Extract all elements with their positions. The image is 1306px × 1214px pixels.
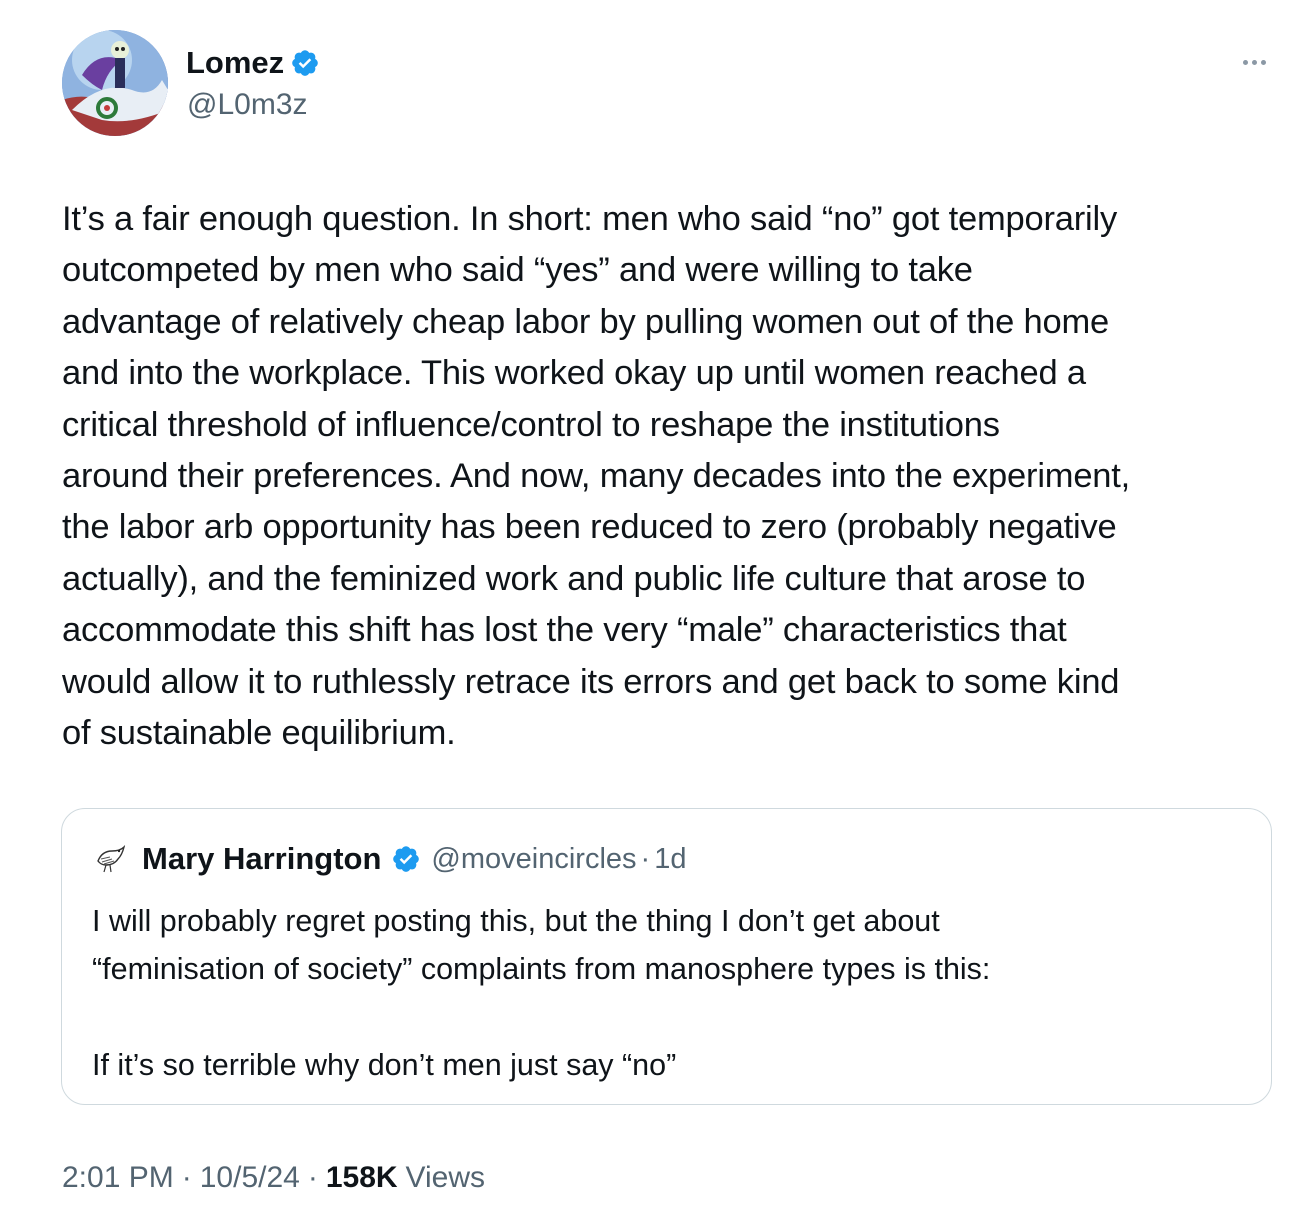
tweet-time[interactable]: 2:01 PM	[62, 1158, 174, 1198]
tweet-text: It’s a fair enough question. In short: m…	[62, 194, 1277, 759]
tweet-text-line: would allow it to ruthlessly retrace its…	[62, 662, 1120, 701]
tweet-text-line: critical threshold of influence/control …	[62, 405, 1000, 444]
views-count[interactable]: 158K	[326, 1158, 398, 1198]
tweet-text-line: It’s a fair enough question. In short: m…	[62, 200, 1118, 238]
views-label: Views	[405, 1161, 486, 1194]
tweet-text-line: and into the workplace. This worked okay…	[62, 354, 1086, 393]
tweet-text-line: the labor arb opportunity has been reduc…	[62, 508, 1117, 547]
quoted-author-avatar[interactable]	[92, 839, 130, 877]
verified-badge-icon	[393, 846, 420, 872]
quoted-tweet-header: Mary Harrington @moveincircles · 1d	[142, 839, 686, 879]
more-horizontal-icon-dot	[1260, 59, 1266, 65]
tweet-text-line: actually), and the feminized work and pu…	[62, 559, 1086, 598]
tweet-text-line: accommodate this shift has lost the very…	[62, 611, 1067, 650]
author-handle[interactable]: @L0m3z	[187, 86, 308, 124]
author-avatar[interactable]	[62, 30, 168, 136]
verified-badge-icon	[292, 50, 318, 76]
tweet: Lomez @L0m3z It’s a fair enough question…	[0, 0, 1306, 1214]
more-horizontal-icon-dot	[1251, 59, 1257, 65]
author-name-text[interactable]: Lomez	[186, 44, 284, 82]
quoted-separator: ·	[640, 843, 651, 875]
quoted-text-line: “feminisation of society” complaints fro…	[92, 952, 991, 986]
more-options-button[interactable]	[1236, 48, 1272, 76]
quoted-tweet-card[interactable]: Mary Harrington @moveincircles · 1d I wi…	[61, 808, 1272, 1105]
tweet-text-line: around their preferences. And now, many …	[62, 457, 1131, 496]
tweet-date[interactable]: 10/5/24	[200, 1158, 300, 1198]
quoted-text-line	[92, 993, 1242, 1041]
meta-separator: ·	[307, 1161, 318, 1194]
meta-separator: ·	[181, 1161, 192, 1194]
tweet-text-line: of sustainable equilibrium.	[62, 714, 456, 753]
quoted-author-handle[interactable]: @moveincircles	[431, 839, 636, 879]
tweet-text-line: outcompeted by men who said “yes” and we…	[62, 251, 973, 290]
author-name[interactable]: Lomez	[186, 44, 320, 82]
tweet-text-line: advantage of relatively cheap labor by p…	[62, 302, 1109, 341]
quoted-text-line: If it’s so terrible why don’t men just s…	[92, 1048, 677, 1082]
quoted-text-line: I will probably regret posting this, but…	[92, 904, 940, 938]
tweet-meta: 2:01 PM · 10/5/24 · 158K Views	[62, 1158, 485, 1198]
more-horizontal-icon	[1242, 59, 1248, 65]
quoted-timestamp[interactable]: 1d	[654, 839, 686, 879]
quoted-author-name[interactable]: Mary Harrington	[142, 839, 381, 879]
quoted-tweet-text: I will probably regret posting this, but…	[92, 897, 1242, 1089]
